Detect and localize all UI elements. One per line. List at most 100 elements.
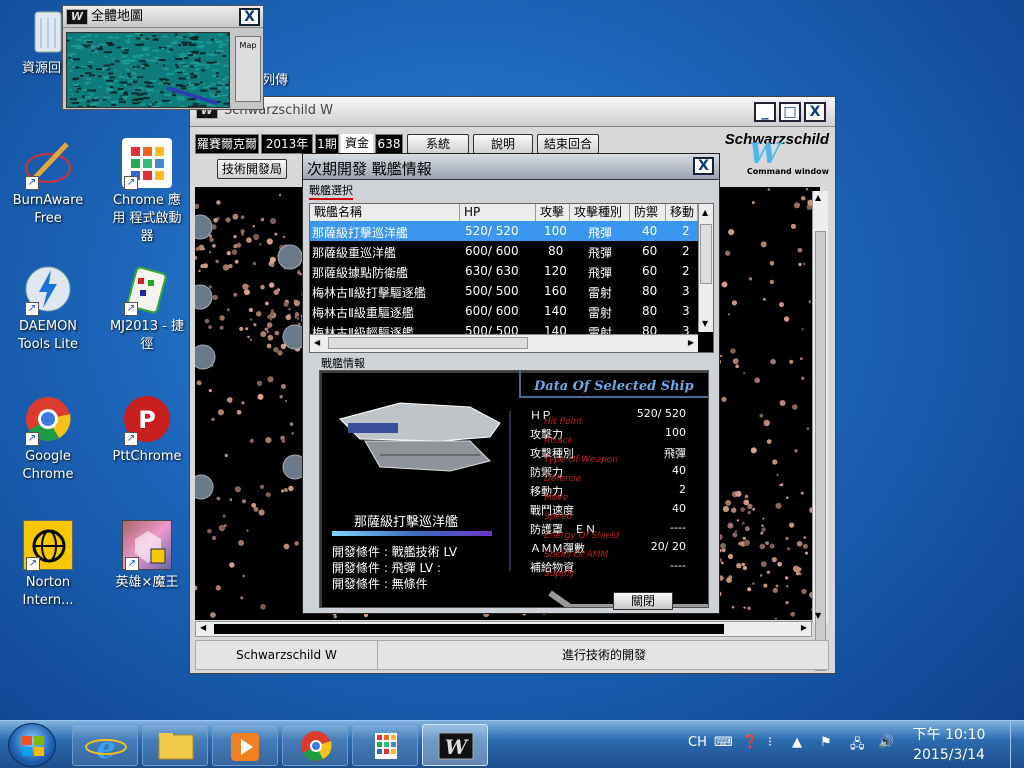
taskbar-explorer[interactable]	[142, 724, 208, 766]
status-right: 進行技術的開發	[561, 648, 646, 662]
start-button[interactable]	[8, 723, 56, 767]
ship-info-label: 戰艦情報	[321, 357, 365, 370]
burnaware-icon: ↗	[23, 138, 73, 190]
year-label: 2013年	[261, 134, 313, 154]
dev-condition: 開發條件 : 無條件	[332, 577, 428, 591]
end-turn-button[interactable]: 結束回合	[537, 134, 599, 154]
desktop-icon-label: DAEMON Tools Lite	[17, 319, 79, 352]
taskbar-ie[interactable]: e	[72, 724, 138, 766]
defense-cell: 60	[642, 264, 658, 278]
network-icon[interactable]: 🖧	[850, 735, 865, 757]
funds-label: 資金	[341, 134, 373, 154]
table-row[interactable]: 梅林古Ⅱ級重驅逐艦 600/ 600 140 雷射 80 3	[310, 301, 698, 321]
column-header[interactable]: HP	[460, 204, 536, 221]
overview-map[interactable]	[66, 32, 230, 108]
tab-ship-select[interactable]: 戰艦選択	[309, 182, 353, 200]
system-button[interactable]: 系統	[407, 134, 469, 154]
help-button[interactable]: 說明	[473, 134, 533, 154]
dialog-close-button[interactable]: X	[693, 157, 714, 175]
show-desktop-button[interactable]	[1010, 721, 1024, 768]
table-row[interactable]: 那薩級打擊巡洋艦 520/ 520 100 飛彈 40 2	[310, 221, 698, 241]
dialog-close-text-button[interactable]: 關閉	[613, 592, 673, 610]
mahjong-icon: ↗	[122, 264, 172, 316]
move-cell: 3	[682, 324, 690, 334]
column-header[interactable]: 防禦	[630, 204, 666, 221]
desktop-icon-game[interactable]: ↗ 英雄×魔王	[107, 520, 187, 592]
column-header[interactable]: 戰艦名稱	[310, 204, 460, 221]
attack-type-cell: 雷射	[588, 326, 613, 334]
column-header[interactable]: 移動	[666, 204, 698, 221]
main-horizontal-scrollbar[interactable]: ◀ ▶	[195, 621, 812, 637]
scroll-right-icon[interactable]: ▶	[801, 623, 807, 632]
hp-cell: 500/ 500	[465, 324, 519, 334]
ship-list-vertical-thumb[interactable]	[700, 224, 712, 284]
main-titlebar[interactable]: W Schwarzschild W _ □ X	[190, 97, 835, 127]
scroll-right-icon[interactable]: ▶	[688, 338, 694, 347]
scroll-down-icon[interactable]: ▼	[815, 611, 825, 621]
map-titlebar[interactable]: W 全體地圖 X	[63, 6, 263, 28]
desktop-icon-chrome-launcher[interactable]: ↗ Chrome 應用 程式啟動器	[107, 138, 187, 246]
dialog-title: 次期開發 戰艦情報	[307, 160, 432, 178]
tech-dev-button[interactable]: 技術開發局	[217, 159, 287, 179]
ship-list-horizontal-thumb[interactable]	[328, 337, 528, 349]
volume-icon[interactable]: 🔊	[878, 735, 894, 750]
desktop-icon-google-chrome[interactable]: ↗ Google Chrome	[8, 394, 88, 484]
ship-name-cell: 梅林古Ⅱ級打擊驅逐艦	[312, 286, 426, 300]
ship-list-horizontal-scrollbar[interactable]: ◀ ▶	[310, 334, 698, 352]
scroll-down-icon[interactable]: ▼	[702, 319, 708, 328]
main-vertical-scrollbar[interactable]: ▲ ▼	[812, 191, 828, 671]
media-player-icon	[231, 733, 259, 761]
main-vertical-thumb[interactable]	[815, 231, 826, 671]
taskbar-chrome[interactable]	[282, 724, 348, 766]
desktop-icon-mj2013[interactable]: ↗ MJ2013 - 捷 徑	[107, 264, 187, 354]
defense-cell: 80	[642, 284, 658, 298]
scroll-up-icon[interactable]: ▲	[702, 208, 708, 217]
ship-list-rows: 那薩級打擊巡洋艦 520/ 520 100 飛彈 40 2 那薩級重巡洋艦 60…	[310, 221, 698, 334]
keyboard-icon[interactable]: ⌨	[714, 735, 733, 750]
dialog-titlebar[interactable]: 次期開發 戰艦情報 X	[303, 154, 719, 180]
shortcut-arrow-icon: ↗	[25, 302, 39, 316]
main-horizontal-thumb[interactable]	[214, 624, 724, 634]
stat-english: Supply	[544, 569, 575, 579]
stat-value: 40	[672, 502, 686, 515]
table-row[interactable]: 那薩級據點防衛艦 630/ 630 120 飛彈 60 2	[310, 261, 698, 281]
scroll-left-icon[interactable]: ◀	[200, 623, 206, 632]
ship-name-cell: 那薩級重巡洋艦	[312, 246, 397, 260]
language-indicator[interactable]: CH	[688, 735, 707, 750]
action-center-flag-icon[interactable]: ⚑	[820, 735, 832, 750]
map-toggle-button[interactable]: Map	[235, 36, 261, 102]
taskbar-media[interactable]	[212, 724, 278, 766]
close-button[interactable]: X	[804, 102, 826, 122]
desktop-icon-norton[interactable]: ↗ Norton Intern...	[8, 520, 88, 610]
table-row[interactable]: 梅林古Ⅱ級輕驅逐艦 500/ 500 140 雷射 80 3	[310, 321, 698, 334]
column-header[interactable]: 攻擊種別	[570, 204, 630, 221]
table-row[interactable]: 梅林古Ⅱ級打擊驅逐艦 500/ 500 160 雷射 80 3	[310, 281, 698, 301]
map-close-button[interactable]: X	[239, 8, 260, 26]
taskbar-clock[interactable]: 下午 10:10 2015/3/14	[904, 725, 994, 765]
desktop-icon-burnaware[interactable]: ↗ BurnAware Free	[8, 138, 88, 228]
scroll-left-icon[interactable]: ◀	[314, 338, 320, 347]
scroll-up-icon[interactable]: ▲	[815, 193, 825, 203]
ship-list: 戰艦名稱 HP 攻擊 攻擊種別 防禦 移動 那薩級打擊巡洋艦 520/ 520 …	[309, 203, 714, 353]
shortcut-arrow-icon: ↗	[125, 557, 139, 571]
move-cell: 2	[682, 244, 690, 258]
column-header[interactable]: 攻擊	[536, 204, 570, 221]
desktop-icon-daemon-tools[interactable]: ↗ DAEMON Tools Lite	[8, 264, 88, 354]
maximize-button[interactable]: □	[779, 102, 801, 122]
ime-options-icon[interactable]: ⁝	[768, 735, 772, 750]
minimize-button[interactable]: _	[754, 102, 776, 122]
taskbar-app-launcher[interactable]	[352, 724, 418, 766]
norton-icon: ↗	[23, 520, 73, 571]
taskbar-schwarzschild[interactable]: W	[422, 724, 488, 766]
stat-value: ----	[670, 559, 686, 572]
overview-map-window: W 全體地圖 X Map	[62, 5, 264, 110]
help-icon[interactable]: ❓	[742, 735, 758, 750]
desktop-icon-pttchrome[interactable]: P ↗ PttChrome	[107, 394, 187, 466]
game-icon: ↗	[122, 520, 172, 571]
show-hidden-icons-icon[interactable]: ▲	[792, 735, 802, 750]
attack-type-cell: 雷射	[588, 286, 613, 300]
table-row[interactable]: 那薩級重巡洋艦 600/ 600 80 飛彈 60 2	[310, 241, 698, 261]
svg-text:W: W	[445, 735, 470, 759]
internet-explorer-icon: e	[85, 731, 127, 766]
ship-list-vertical-scrollbar[interactable]: ▲ ▼	[698, 204, 713, 332]
